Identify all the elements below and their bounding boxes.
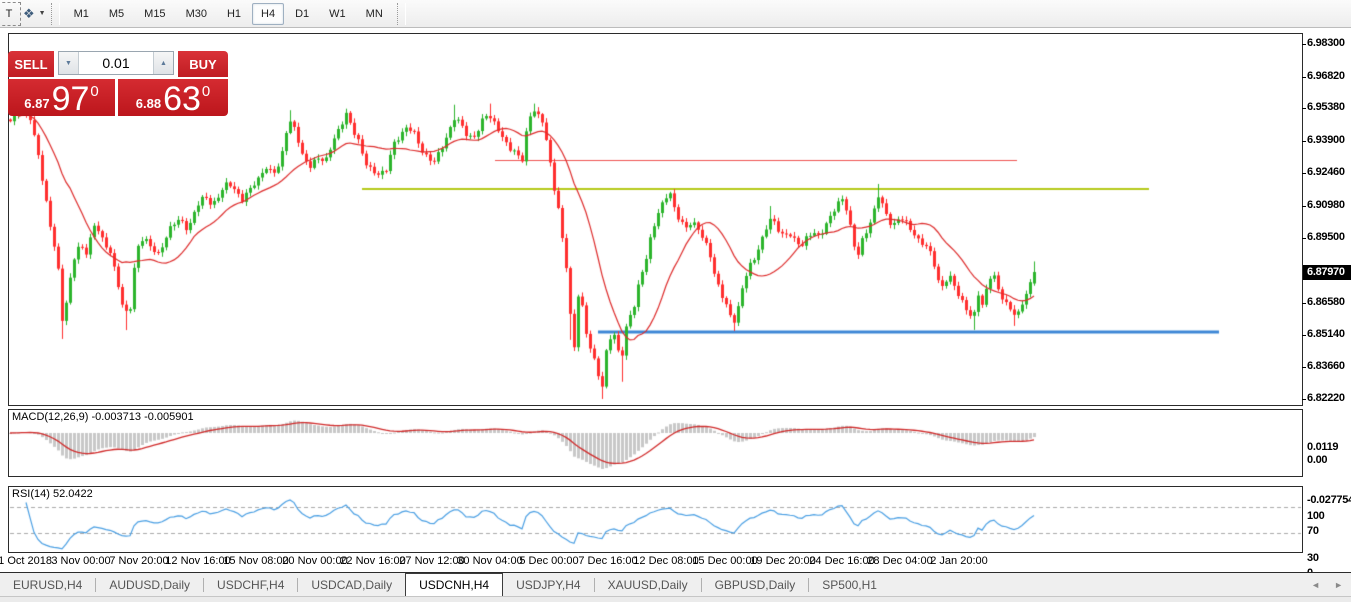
tab-scroll-right-icon[interactable]: ► (1334, 580, 1343, 590)
macd-axis-label: -0.027754 (1307, 494, 1351, 506)
timeframe-button-m30[interactable]: M30 (177, 3, 216, 25)
rsi-panel (8, 486, 1303, 553)
buy-price-display[interactable]: 6.88 63 0 (118, 79, 228, 116)
sell-price-small: 6.87 (24, 96, 49, 111)
one-click-trade-panel: SELL ▼ 0.01 ▲ BUY 6.87 97 0 6.88 63 0 (8, 51, 228, 115)
tab-scroll-left-icon[interactable]: ◄ (1311, 580, 1320, 590)
chart-tab-xauusd-daily[interactable]: XAUUSD,Daily (595, 573, 701, 596)
volume-value[interactable]: 0.01 (79, 52, 153, 74)
rsi-label: RSI(14) 52.0422 (12, 488, 93, 500)
price-axis-tick (1302, 335, 1306, 336)
price-axis-label: 6.92460 (1307, 166, 1351, 178)
sell-price-sup: 0 (90, 83, 98, 100)
toolbar-separator (397, 3, 406, 25)
buy-button[interactable]: BUY (178, 51, 228, 77)
spinner-down-icon[interactable]: ▼ (59, 52, 79, 74)
price-axis-label: 6.90980 (1307, 199, 1351, 211)
price-axis-tick (1302, 108, 1306, 109)
timeframe-button-m5[interactable]: M5 (100, 3, 133, 25)
sell-price-big: 97 (52, 84, 90, 114)
macd-canvas[interactable] (9, 410, 1302, 476)
price-axis-tick (1302, 238, 1306, 239)
chart-tab-usdjpy-h4[interactable]: USDJPY,H4 (503, 573, 593, 596)
rsi-axis-label: 30 (1307, 552, 1351, 564)
objects-tool-button[interactable]: ❖ ▼ (23, 3, 46, 25)
timeframe-button-m1[interactable]: M1 (65, 3, 98, 25)
spinner-up-icon[interactable]: ▲ (153, 52, 173, 74)
tab-scroll-buttons: ◄ ► (1311, 573, 1351, 596)
timeframe-button-w1[interactable]: W1 (320, 3, 355, 25)
macd-axis-label: 0.0119 (1307, 441, 1351, 453)
chart-tab-usdcnh-h4[interactable]: USDCNH,H4 (405, 573, 503, 596)
macd-panel (8, 409, 1303, 477)
buy-price-big: 63 (163, 84, 201, 114)
chart-tab-audusd-daily[interactable]: AUDUSD,Daily (96, 573, 203, 596)
price-axis-tick (1302, 367, 1306, 368)
toolbar-separator (51, 3, 60, 25)
price-axis-label: 6.96820 (1307, 70, 1351, 82)
price-axis-tick (1302, 141, 1306, 142)
timeframe-button-h4[interactable]: H4 (252, 3, 284, 25)
mt4-window: T ❖ ▼ M1M5M15M30H1H4D1W1MN ▲USDCNH,H4 6.… (0, 0, 1351, 602)
chart-tab-usdcad-daily[interactable]: USDCAD,Daily (298, 573, 405, 596)
timeframe-button-mn[interactable]: MN (357, 3, 392, 25)
chart-tab-usdchf-h4[interactable]: USDCHF,H4 (204, 573, 297, 596)
rsi-axis-label: 100 (1307, 510, 1351, 522)
chart-tab-eurusd-h4[interactable]: EURUSD,H4 (0, 573, 95, 596)
objects-icon: ❖ (23, 6, 35, 22)
chart-workspace: ▲USDCNH,H4 6.87750 6.88605 6.87324 6.879… (0, 28, 1351, 573)
timeframe-button-h1[interactable]: H1 (218, 3, 250, 25)
macd-axis-label: 0.00 (1307, 454, 1351, 466)
price-axis-tick (1302, 44, 1306, 45)
time-axis-label: 2 Jan 20:00 (914, 555, 1004, 567)
price-axis-label: 6.93900 (1307, 134, 1351, 146)
chart-tab-bar: EURUSD,H4AUDUSD,DailyUSDCHF,H4USDCAD,Dai… (0, 572, 1351, 596)
price-axis-label: 6.89500 (1307, 231, 1351, 243)
current-price-tag: 6.87970 (1303, 265, 1351, 280)
buy-price-small: 6.88 (136, 96, 161, 111)
price-axis-tick (1302, 206, 1306, 207)
chart-tab-sp500-h1[interactable]: SP500,H1 (809, 573, 890, 596)
top-toolbar: T ❖ ▼ M1M5M15M30H1H4D1W1MN (0, 0, 1351, 28)
sell-price-display[interactable]: 6.87 97 0 (8, 79, 115, 116)
price-axis-label: 6.85140 (1307, 328, 1351, 340)
price-axis-label: 6.98300 (1307, 37, 1351, 49)
buy-price-sup: 0 (202, 83, 210, 100)
price-axis-tick (1302, 173, 1306, 174)
volume-spinner: ▼ 0.01 ▲ (58, 51, 174, 75)
price-axis-label: 6.95380 (1307, 101, 1351, 113)
timeframe-group: M1M5M15M30H1H4D1W1MN (64, 3, 393, 25)
rsi-canvas[interactable] (9, 487, 1302, 552)
sell-button[interactable]: SELL (8, 51, 54, 77)
text-tool-icon[interactable]: T (0, 2, 21, 26)
price-axis-label: 6.86580 (1307, 296, 1351, 308)
macd-label: MACD(12,26,9) -0.003713 -0.005901 (12, 411, 194, 423)
timeframe-button-m15[interactable]: M15 (135, 3, 174, 25)
bottom-strip (0, 596, 1351, 602)
price-axis-label: 6.83660 (1307, 360, 1351, 372)
price-axis-tick (1302, 77, 1306, 78)
chart-tab-gbpusd-daily[interactable]: GBPUSD,Daily (702, 573, 809, 596)
rsi-axis-label: 70 (1307, 525, 1351, 537)
timeframe-button-d1[interactable]: D1 (286, 3, 318, 25)
chevron-down-icon: ▼ (39, 10, 46, 17)
price-axis-tick (1302, 399, 1306, 400)
price-axis-tick (1302, 303, 1306, 304)
price-axis-label: 6.82220 (1307, 392, 1351, 404)
